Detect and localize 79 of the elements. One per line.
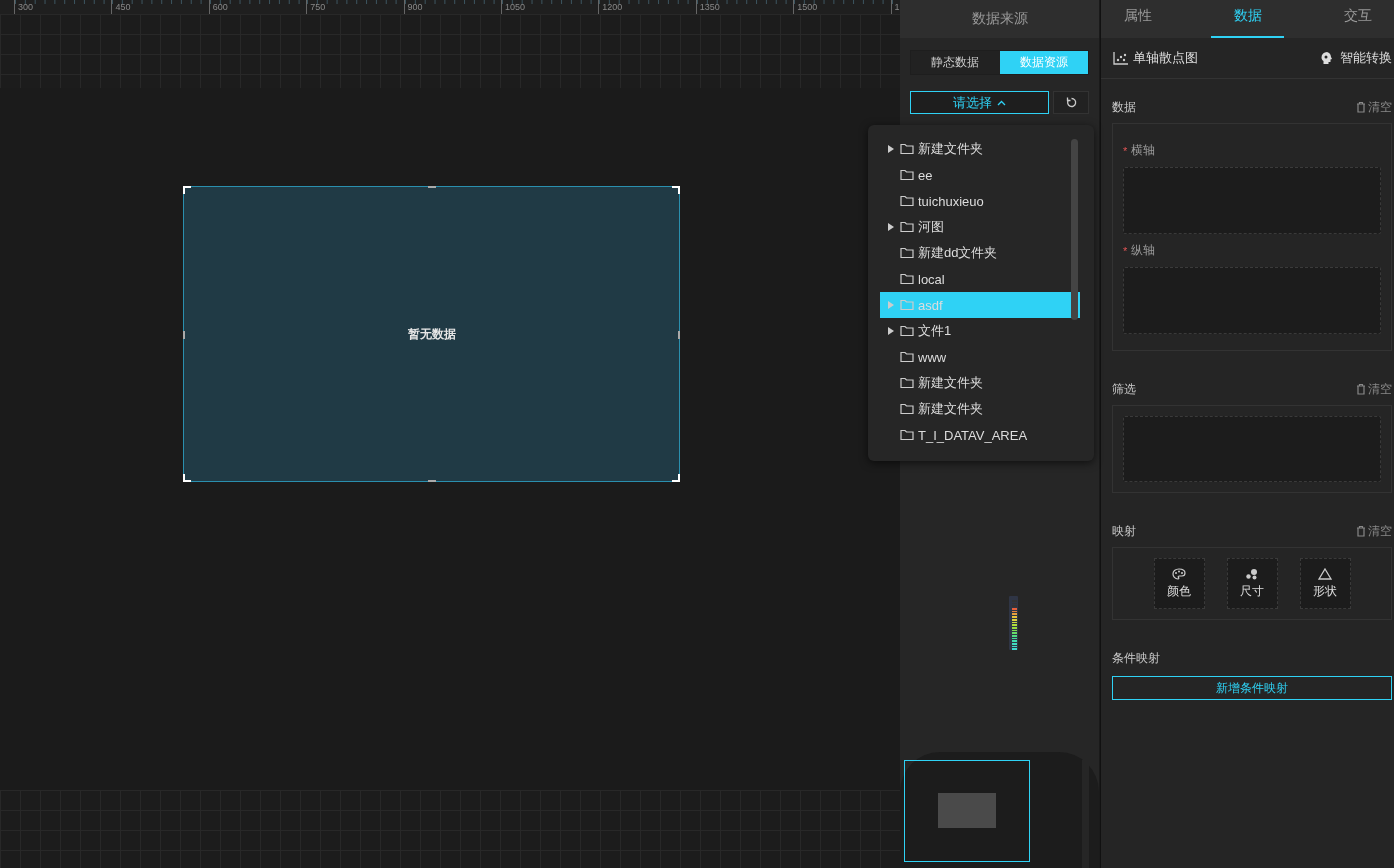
- tree-item[interactable]: local: [880, 266, 1080, 292]
- folder-icon: [900, 377, 914, 389]
- tree-item[interactable]: 河图: [880, 214, 1080, 240]
- mapping-button[interactable]: 形状: [1299, 558, 1351, 609]
- folder-icon: [900, 299, 914, 311]
- ruler-label: 450: [115, 2, 131, 12]
- mode-tab[interactable]: 静态数据: [911, 51, 1000, 74]
- select-dropdown[interactable]: 请选择: [910, 91, 1050, 114]
- refresh-button[interactable]: [1053, 91, 1089, 114]
- panel-tab[interactable]: 数据: [1211, 0, 1284, 38]
- folder-icon: [900, 195, 914, 207]
- field-label: 纵轴: [1131, 242, 1156, 259]
- expand-caret-icon[interactable]: [888, 145, 894, 153]
- clear-button[interactable]: 清空: [1356, 522, 1392, 540]
- scrollbar-thumb[interactable]: [1071, 139, 1078, 320]
- folder-icon: [900, 273, 914, 285]
- section-title: 条件映射: [1112, 649, 1160, 667]
- folder-icon: [900, 247, 914, 259]
- triangle-icon: [1318, 567, 1332, 580]
- minimap[interactable]: [904, 760, 1030, 862]
- tree-item[interactable]: 新建文件夹: [880, 136, 1080, 162]
- panel-tab[interactable]: 交互: [1321, 0, 1394, 38]
- ruler-label: 1350: [699, 2, 720, 12]
- trash-icon: [1356, 383, 1366, 395]
- scatter-chart-icon: [1113, 51, 1128, 65]
- mapping-button[interactable]: 颜色: [1153, 558, 1205, 609]
- tree-item[interactable]: T_I_DATAV_AREA: [880, 422, 1080, 448]
- caret-icon: [997, 99, 1007, 106]
- ruler-label: 300: [18, 2, 34, 12]
- ruler-label: 750: [310, 2, 326, 12]
- tree-item[interactable]: ee: [880, 162, 1080, 188]
- clear-button[interactable]: 清空: [1356, 98, 1392, 116]
- section-title: 映射: [1112, 522, 1136, 540]
- ruler-label: 900: [407, 2, 423, 12]
- ruler-label: 600: [212, 2, 228, 12]
- drop-zone[interactable]: [1123, 167, 1381, 234]
- tree-item[interactable]: www: [880, 344, 1080, 370]
- folder-icon: [900, 325, 914, 337]
- mapping-button[interactable]: 尺寸: [1226, 558, 1278, 609]
- tree-item[interactable]: 新建文件夹: [880, 396, 1080, 422]
- level-meter: [1009, 596, 1018, 650]
- trash-icon: [1356, 525, 1366, 537]
- folder-icon: [900, 143, 914, 155]
- tree-item[interactable]: tuichuxieuo: [880, 188, 1080, 214]
- panel-tab[interactable]: 属性: [1101, 0, 1174, 38]
- smart-convert-button[interactable]: 智能转换: [1320, 49, 1392, 67]
- folder-icon: [900, 351, 914, 363]
- refresh-icon: [1065, 97, 1077, 108]
- tree-item[interactable]: 新建dd文件夹: [880, 240, 1080, 266]
- expand-caret-icon[interactable]: [888, 223, 894, 231]
- empty-text: 暂无数据: [407, 325, 456, 343]
- drop-zone[interactable]: [1123, 416, 1381, 482]
- folder-icon: [900, 169, 914, 181]
- section-title: 数据: [1112, 98, 1136, 116]
- required-mark: *: [1123, 144, 1128, 157]
- ruler-label: 1050: [504, 2, 525, 12]
- folder-icon: [900, 403, 914, 415]
- drop-zone[interactable]: [1123, 267, 1381, 334]
- minimap-viewport: [938, 792, 996, 828]
- ruler-label: 1500: [797, 2, 818, 12]
- tree-item[interactable]: 新建文件夹: [880, 370, 1080, 396]
- add-button[interactable]: 新增条件映射: [1112, 676, 1392, 700]
- field-label: 横轴: [1131, 142, 1156, 159]
- ruler-label: 1: [894, 2, 900, 12]
- chart-type-label: 单轴散点图: [1133, 49, 1198, 67]
- expand-caret-icon[interactable]: [888, 327, 894, 335]
- ruler-label: 1200: [602, 2, 623, 12]
- required-mark: *: [1123, 244, 1128, 257]
- folder-icon: [900, 429, 914, 441]
- brain-icon: [1320, 51, 1334, 65]
- bubbles-icon: [1245, 567, 1259, 580]
- folder-icon: [900, 221, 914, 233]
- trash-icon: [1356, 101, 1366, 113]
- clear-button[interactable]: 清空: [1356, 380, 1392, 398]
- palette-icon: [1172, 567, 1186, 580]
- panel-title: 数据来源: [900, 0, 1099, 38]
- tree-item[interactable]: 文件1: [880, 318, 1080, 344]
- section-title: 筛选: [1112, 380, 1136, 398]
- chart-component[interactable]: 暂无数据: [183, 186, 680, 482]
